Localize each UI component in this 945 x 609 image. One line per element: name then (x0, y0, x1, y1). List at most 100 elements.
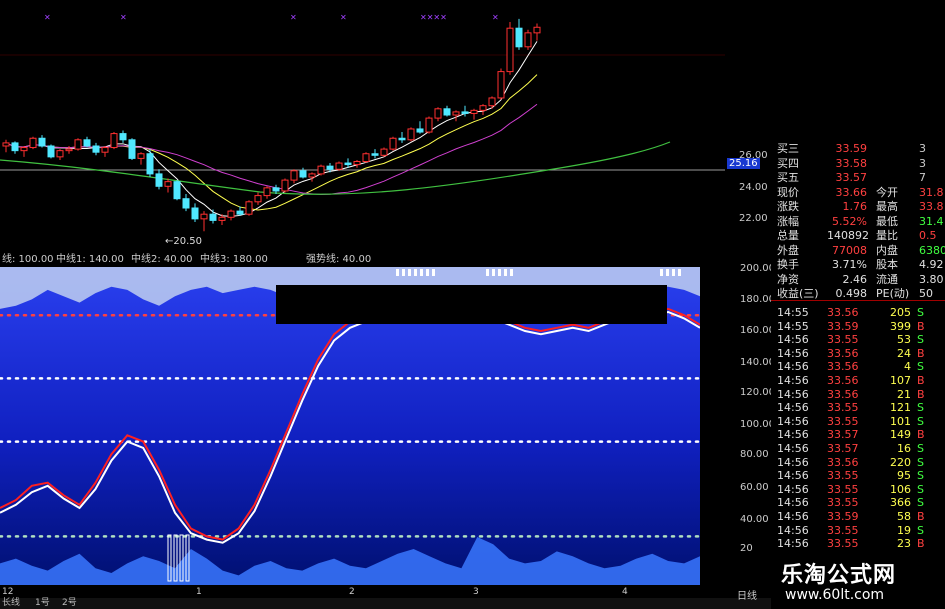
svg-text:✕: ✕ (290, 13, 297, 22)
candle-body (29, 137, 37, 149)
price-axis-label: 22.00 (739, 213, 768, 224)
top-signal-mark (510, 269, 513, 276)
top-signal-mark (486, 269, 489, 276)
candle-body (47, 145, 55, 158)
top-signal-mark (420, 269, 423, 276)
tick-volume: 149 (890, 428, 911, 442)
candle-body (335, 162, 343, 170)
candle-body (155, 173, 163, 187)
quote-label: 外盘 (777, 243, 799, 257)
candle-body (443, 108, 451, 116)
tick-side: S (917, 496, 924, 510)
tick-side: B (917, 346, 925, 360)
tick-time: 14:56 (777, 346, 809, 360)
candle-body (371, 153, 379, 156)
candle-body (398, 137, 406, 141)
tick-volume: 106 (890, 482, 911, 496)
candle-body (272, 187, 280, 192)
indicator-axis-label: 180.00 (740, 294, 775, 305)
tick-side: B (917, 319, 925, 333)
quote-value: 5.52% (832, 214, 867, 228)
top-signal-mark (498, 269, 501, 276)
tick-time: 14:56 (777, 374, 809, 387)
tick-price: 33.55 (827, 414, 859, 428)
candle-body (524, 32, 532, 48)
top-signal-mark (504, 269, 507, 276)
candle-body (128, 139, 136, 159)
quote-value-2: 4.92 (919, 258, 944, 271)
date-axis-label: 2 (349, 587, 355, 597)
candle-body (164, 181, 172, 187)
bottom-tab[interactable]: 1号 (35, 598, 50, 609)
bottom-tab[interactable]: 2号 (62, 598, 77, 609)
quote-value: 0.498 (835, 287, 868, 300)
tick-volume: 95 (897, 469, 911, 483)
tick-volume: 16 (897, 442, 911, 455)
candle-body (380, 148, 388, 156)
quote-value: 77008 (832, 243, 867, 257)
tick-price: 33.56 (827, 374, 859, 387)
tick-volume: 24 (897, 346, 911, 360)
tick-price: 33.59 (827, 510, 859, 523)
tick-side: S (917, 442, 924, 455)
candle-body (344, 162, 352, 166)
top-signal-mark (402, 269, 405, 276)
tick-volume: 23 (897, 537, 911, 551)
candle-body (317, 165, 325, 175)
candle-body (137, 153, 145, 159)
tick-price: 33.57 (827, 428, 859, 442)
indicator-axis: 200.00 180.00 160.00 140.00 120.00 100.00 80.0… (700, 253, 775, 587)
tick-time: 14:55 (777, 306, 809, 319)
candle-body (308, 173, 316, 178)
candle-body (200, 213, 208, 220)
candle-body (452, 111, 460, 116)
quote-label: 换手 (777, 258, 799, 271)
candle-body (38, 137, 46, 147)
tick-side: B (917, 537, 925, 551)
tick-volume: 101 (890, 414, 911, 428)
quote-value: 33.59 (835, 142, 868, 155)
quote-label-2: 最高 (876, 200, 898, 213)
quote-value: 3.71% (832, 258, 867, 271)
period-label[interactable]: 日线 (737, 587, 757, 602)
candle-body (11, 142, 19, 152)
tick-side: S (917, 333, 924, 347)
ma-last-label: 25.16 (727, 158, 760, 169)
quote-value-2: 31.8 (919, 185, 944, 199)
candle-body (146, 153, 154, 175)
candle-body (218, 216, 226, 221)
indicator-axis-label: 20 (740, 543, 753, 554)
indicator-label-l5: 强势线: 40.00 (306, 254, 372, 265)
quote-panel: 买三 33.59 3 买四 33.58 3 买五 33.57 7 现价 33.66 今开 31.8 涨跌 1… (771, 140, 945, 585)
quote-label-2: 流通 (876, 272, 898, 286)
quote-value-2: 33.8 (919, 200, 944, 213)
tick-time: 14:56 (777, 387, 809, 401)
tick-time: 14:55 (777, 319, 809, 333)
candle-body (263, 187, 271, 197)
tick-time: 14:56 (777, 469, 809, 483)
indicator-axis-label: 100.00 (740, 419, 775, 430)
tick-price: 33.56 (827, 346, 859, 360)
quote-value: 140892 (827, 229, 869, 242)
tick-price: 33.55 (827, 482, 859, 496)
quote-label-2: 最低 (876, 214, 898, 228)
tick-time: 14:56 (777, 523, 809, 537)
tick-side: S (917, 469, 924, 483)
tick-time: 14:56 (777, 414, 809, 428)
quote-label-2: 股本 (876, 258, 898, 271)
quote-label: 涨跌 (777, 200, 799, 213)
tick-side: S (917, 414, 924, 428)
quote-value-2: 7 (919, 171, 926, 184)
redaction-block (276, 285, 667, 324)
bottom-tab[interactable]: 长线 (2, 598, 20, 609)
quote-divider (771, 300, 945, 301)
price-axis: 26.00 25.16 24.00 22.00 (725, 140, 771, 253)
candle-body (74, 139, 82, 150)
price-chart[interactable]: ✕ ✕ ✕ ✕ ✕✕✕✕ ✕ ←20.50 (0, 0, 725, 253)
candle-body (389, 137, 397, 150)
candle-body (182, 198, 190, 209)
date-axis-label: 12 (2, 587, 14, 597)
tick-price: 33.56 (827, 455, 859, 469)
date-axis: 12 1 2 3 4 (0, 587, 725, 598)
quote-label: 收益(三) (777, 287, 819, 300)
